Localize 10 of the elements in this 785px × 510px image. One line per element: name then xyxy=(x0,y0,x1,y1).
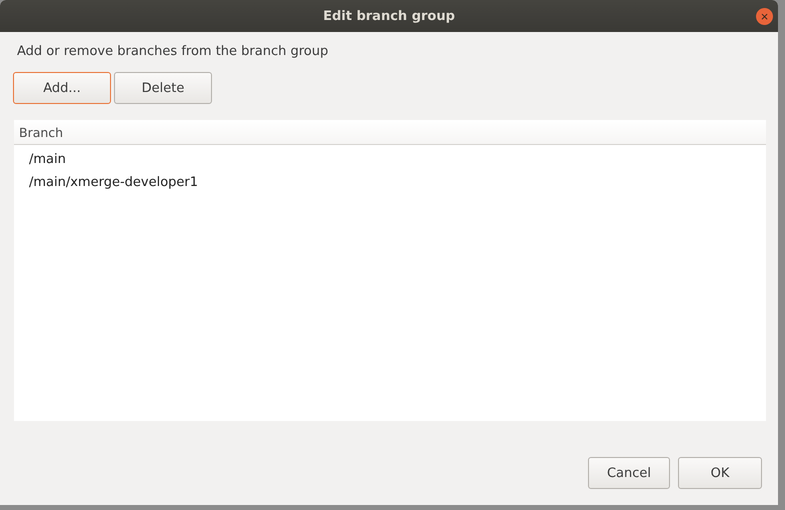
cancel-button[interactable]: Cancel xyxy=(588,457,670,489)
close-button[interactable]: × xyxy=(756,8,773,25)
delete-button[interactable]: Delete xyxy=(114,72,212,104)
branch-item[interactable]: /main/xmerge-developer1 xyxy=(29,175,198,190)
description-text: Add or remove branches from the branch group xyxy=(17,44,330,59)
ok-button[interactable]: OK xyxy=(678,457,762,489)
branch-item[interactable]: /main xyxy=(29,152,66,167)
column-header[interactable]: Branch xyxy=(19,124,64,140)
add-button[interactable]: Add... xyxy=(13,72,111,104)
window-title: Edit branch group xyxy=(323,8,455,24)
